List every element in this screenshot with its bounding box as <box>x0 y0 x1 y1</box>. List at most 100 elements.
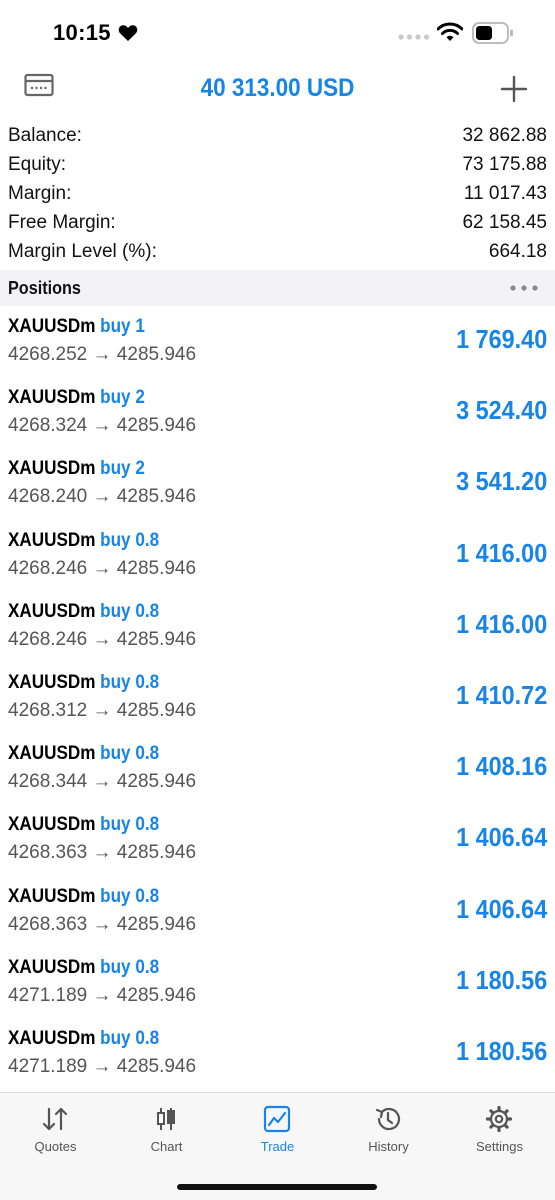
position-row[interactable]: XAUUSDm buy 0.8 4268.363 → 4285.946 1 40… <box>0 876 555 947</box>
position-profit: 1 416.00 <box>455 537 547 568</box>
free-margin-value: 62 158.45 <box>462 212 547 233</box>
tab-settings[interactable]: Settings <box>444 1093 555 1167</box>
position-type: buy 1 <box>100 316 145 337</box>
position-header: XAUUSDm buy 0.8 <box>8 601 159 623</box>
position-header: XAUUSDm buy 0.8 <box>8 814 159 836</box>
tab-history[interactable]: History <box>333 1093 444 1167</box>
tab-label-trade: Trade <box>260 1139 295 1154</box>
tab-label-history: History <box>368 1139 409 1154</box>
position-profit: 3 524.40 <box>455 395 547 426</box>
position-profit: 1 416.00 <box>455 608 547 639</box>
free-margin-row: Free Margin: 62 158.45 <box>0 209 555 238</box>
position-row[interactable]: XAUUSDm buy 0.8 4271.189 → 4285.946 1 18… <box>0 947 555 1018</box>
margin-label: Margin: <box>8 183 72 204</box>
position-prices: 4271.189 → 4285.946 <box>8 984 197 1006</box>
trade-icon <box>263 1105 291 1133</box>
position-type: buy 0.8 <box>100 529 160 551</box>
position-row[interactable]: XAUUSDm buy 0.8 4268.246 → 4285.946 1 41… <box>0 520 555 591</box>
position-symbol: XAUUSDm <box>8 1027 96 1049</box>
position-type: buy 2 <box>100 387 145 409</box>
settings-icon <box>485 1105 513 1133</box>
equity-row: Equity: 73 175.88 <box>0 151 555 180</box>
position-type: buy 0.8 <box>100 814 160 836</box>
position-symbol: XAUUSDm <box>8 885 96 907</box>
position-profit: 1 406.64 <box>455 893 547 924</box>
position-profit: 1 406.64 <box>455 822 547 853</box>
margin-level-label: Margin Level (%): <box>8 241 157 262</box>
positions-section-header: Positions <box>0 270 555 306</box>
chart-icon <box>157 1108 175 1130</box>
position-type: buy 2 <box>100 458 145 480</box>
app-header: 40 313.00 USD <box>0 66 555 116</box>
position-row[interactable]: XAUUSDm buy 0.8 4268.246 → 4285.946 1 41… <box>0 591 555 662</box>
tab-quotes[interactable]: Quotes <box>0 1093 111 1167</box>
position-type: buy 0.8 <box>100 1027 160 1049</box>
status-bar: 10:15 <box>0 0 555 66</box>
position-prices: 4268.312 → 4285.946 <box>8 699 197 721</box>
home-indicator <box>177 1184 377 1190</box>
free-margin-label: Free Margin: <box>8 212 116 233</box>
position-header: XAUUSDm buy 0.8 <box>8 957 159 979</box>
status-time: 10:15 <box>53 20 111 45</box>
position-row[interactable]: XAUUSDm buy 0.8 4268.312 → 4285.946 1 41… <box>0 662 555 733</box>
balance-row: Balance: 32 862.88 <box>0 122 555 151</box>
margin-value: 11 017.43 <box>463 183 547 204</box>
account-balance-title: 40 313.00 USD <box>200 74 355 102</box>
tab-chart[interactable]: Chart <box>111 1093 222 1167</box>
wifi-icon <box>437 22 463 41</box>
position-symbol: XAUUSDm <box>8 814 96 836</box>
tab-label-quotes: Quotes <box>34 1139 77 1154</box>
position-symbol: XAUUSDm <box>8 743 96 765</box>
position-symbol: XAUUSDm <box>8 529 96 551</box>
history-icon <box>375 1107 401 1131</box>
margin-row: Margin: 11 017.43 <box>0 180 555 209</box>
position-row[interactable]: XAUUSDm buy 2 4268.240 → 4285.946 3 541.… <box>0 448 555 519</box>
position-profit: 1 180.56 <box>455 964 547 995</box>
position-profit: 1 408.16 <box>455 751 547 782</box>
signal-icon <box>398 34 430 40</box>
plus-icon[interactable] <box>500 75 528 103</box>
positions-list: XAUUSDm buy 1 4268.252 → 4285.946 1 769.… <box>0 306 555 1089</box>
margin-level-row: Margin Level (%): 664.18 <box>0 238 555 267</box>
tab-trade[interactable]: Trade <box>222 1093 333 1167</box>
position-profit: 1 180.56 <box>455 1035 547 1066</box>
position-prices: 4271.189 → 4285.946 <box>8 1055 197 1077</box>
position-profit: 1 410.72 <box>455 679 547 710</box>
quotes-icon <box>42 1107 68 1131</box>
position-type: buy 0.8 <box>100 885 160 907</box>
position-symbol: XAUUSDm <box>8 316 96 337</box>
position-prices: 4268.324 → 4285.946 <box>8 415 197 437</box>
position-row[interactable]: XAUUSDm buy 0.8 4268.344 → 4285.946 1 40… <box>0 733 555 804</box>
heart-icon <box>118 25 138 41</box>
position-header: XAUUSDm buy 1 <box>8 316 145 338</box>
battery-icon <box>472 22 513 44</box>
tab-label-settings: Settings <box>476 1139 523 1154</box>
balance-label: Balance: <box>8 125 82 146</box>
position-symbol: XAUUSDm <box>8 671 96 693</box>
position-row[interactable]: XAUUSDm buy 1 4268.252 → 4285.946 1 769.… <box>0 306 555 377</box>
position-row[interactable]: XAUUSDm buy 0.8 4271.189 → 4285.946 1 18… <box>0 1018 555 1089</box>
position-prices: 4268.363 → 4285.946 <box>8 842 197 864</box>
position-symbol: XAUUSDm <box>8 458 96 480</box>
account-summary: Balance: 32 862.88 Equity: 73 175.88 Mar… <box>0 122 555 267</box>
position-type: buy 0.8 <box>100 743 160 765</box>
position-header: XAUUSDm buy 0.8 <box>8 886 159 908</box>
position-header: XAUUSDm buy 0.8 <box>8 1028 159 1050</box>
balance-value: 32 862.88 <box>462 125 547 146</box>
position-header: XAUUSDm buy 2 <box>8 387 145 409</box>
position-row[interactable]: XAUUSDm buy 2 4268.324 → 4285.946 3 524.… <box>0 377 555 448</box>
position-type: buy 0.8 <box>100 600 160 622</box>
position-prices: 4268.344 → 4285.946 <box>8 771 197 793</box>
equity-value: 73 175.88 <box>462 154 547 175</box>
position-prices: 4268.363 → 4285.946 <box>8 913 197 935</box>
more-icon[interactable] <box>508 283 540 293</box>
margin-level-value: 664.18 <box>488 241 547 262</box>
position-header: XAUUSDm buy 0.8 <box>8 743 159 765</box>
position-symbol: XAUUSDm <box>8 956 96 978</box>
position-type: buy 0.8 <box>100 956 160 978</box>
position-prices: 4268.252 → 4285.946 <box>8 344 197 365</box>
position-prices: 4268.246 → 4285.946 <box>8 628 197 650</box>
position-row[interactable]: XAUUSDm buy 0.8 4268.363 → 4285.946 1 40… <box>0 804 555 875</box>
position-type: buy 0.8 <box>100 671 160 693</box>
position-prices: 4268.246 → 4285.946 <box>8 557 197 579</box>
